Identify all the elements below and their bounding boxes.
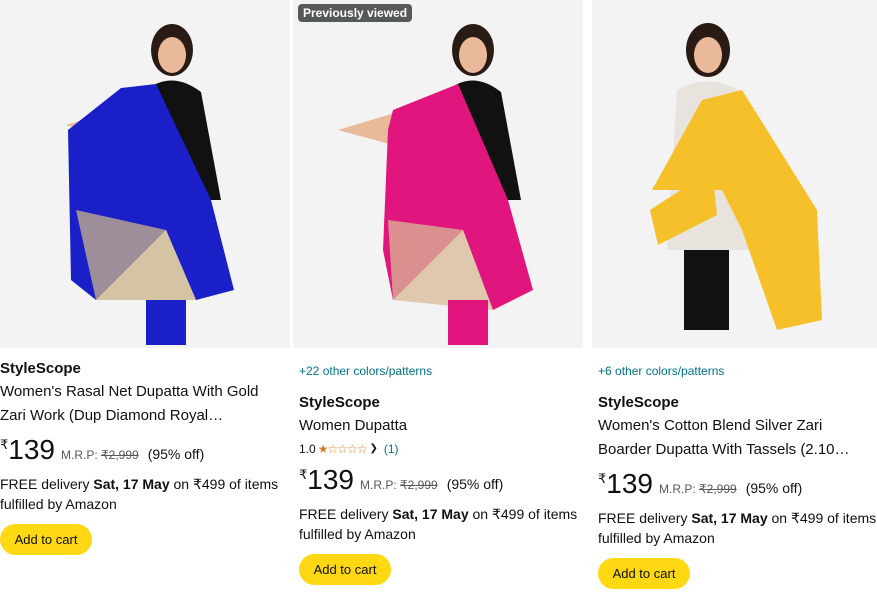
delivery-prefix: FREE delivery xyxy=(299,506,389,522)
delivery-date: Sat, 17 May xyxy=(691,510,768,526)
price-amount: 139 xyxy=(307,464,354,495)
product-image-graphic xyxy=(592,0,877,348)
product-title-line[interactable]: Zari Work (Dup Diamond Royal… xyxy=(0,404,290,428)
product-title-line[interactable]: Women's Cotton Blend Silver Zari xyxy=(598,414,877,438)
mrp-value: ₹2,999 xyxy=(699,482,737,496)
mrp-label: M.R.P: xyxy=(360,478,397,492)
product-image[interactable] xyxy=(592,0,877,348)
delivery-prefix: FREE delivery xyxy=(598,510,688,526)
mrp-value: ₹2,999 xyxy=(101,448,139,462)
delivery-suffix: on ₹499 of items xyxy=(771,510,877,526)
product-image-graphic xyxy=(0,0,290,348)
price-row: ₹ 139 M.R.P: ₹2,999 (95% off) xyxy=(0,434,290,466)
rating-row[interactable]: 1.0 ★☆☆☆☆ ❯ (1) xyxy=(299,440,583,458)
delivery-date: Sat, 17 May xyxy=(392,506,469,522)
product-title-line[interactable]: Boarder Dupatta With Tassels (2.10… xyxy=(598,438,877,462)
product-image[interactable] xyxy=(0,0,290,348)
fulfilled-by: fulfilled by Amazon xyxy=(598,530,715,546)
price-currency: ₹ xyxy=(598,471,607,486)
price-row: ₹ 139 M.R.P: ₹2,999 (95% off) xyxy=(598,468,877,500)
brand-name: StyleScope xyxy=(299,394,380,411)
brand-name: StyleScope xyxy=(0,360,81,377)
brand-name: StyleScope xyxy=(598,394,679,411)
star-rating-icon[interactable]: ★☆☆☆☆ xyxy=(318,440,368,458)
price-row: ₹ 139 M.R.P: ₹2,999 (95% off) xyxy=(299,464,583,496)
mrp: M.R.P: ₹2,999 xyxy=(360,478,438,492)
chevron-down-icon[interactable]: ❯ xyxy=(369,440,377,458)
rating-count[interactable]: (1) xyxy=(384,440,399,458)
delivery-prefix: FREE delivery xyxy=(0,476,90,492)
product-title[interactable]: Women's Cotton Blend Silver Zari Boarder… xyxy=(598,414,877,462)
add-to-cart-button[interactable]: Add to cart xyxy=(598,558,690,589)
product-image[interactable]: Previously viewed xyxy=(293,0,583,348)
delivery-suffix: on ₹499 of items xyxy=(173,476,279,492)
product-card: +6 other colors/patterns StyleScope Wome… xyxy=(592,0,877,598)
delivery-info: FREE delivery Sat, 17 May on ₹499 of ite… xyxy=(299,504,583,524)
discount: (95% off) xyxy=(147,446,205,462)
product-card: Previously viewed +22 other colors/patte… xyxy=(293,0,583,598)
product-title[interactable]: Women's Rasal Net Dupatta With Gold Zari… xyxy=(0,380,290,428)
mrp-value: ₹2,999 xyxy=(400,478,438,492)
add-to-cart-button[interactable]: Add to cart xyxy=(0,524,92,555)
price-currency: ₹ xyxy=(0,437,9,452)
mrp-label: M.R.P: xyxy=(659,482,696,496)
fulfilled-by: fulfilled by Amazon xyxy=(299,526,416,542)
discount: (95% off) xyxy=(446,476,504,492)
product-title[interactable]: Women Dupatta xyxy=(299,414,583,438)
delivery-info: FREE delivery Sat, 17 May on ₹499 of ite… xyxy=(598,508,877,528)
price-currency: ₹ xyxy=(299,467,308,482)
mrp-label: M.R.P: xyxy=(61,448,98,462)
product-title-line[interactable]: Women's Rasal Net Dupatta With Gold xyxy=(0,380,290,404)
price-amount: 139 xyxy=(606,468,653,499)
price-amount: 139 xyxy=(8,434,55,465)
product-card: StyleScope Women's Rasal Net Dupatta Wit… xyxy=(0,0,290,598)
mrp: M.R.P: ₹2,999 xyxy=(659,482,737,496)
mrp: M.R.P: ₹2,999 xyxy=(61,448,139,462)
delivery-suffix: on ₹499 of items xyxy=(472,506,578,522)
previously-viewed-badge: Previously viewed xyxy=(298,4,413,22)
delivery-info: FREE delivery Sat, 17 May on ₹499 of ite… xyxy=(0,474,290,494)
product-image-graphic xyxy=(293,0,583,348)
rating-value: 1.0 xyxy=(299,442,316,456)
discount: (95% off) xyxy=(745,480,803,496)
add-to-cart-button[interactable]: Add to cart xyxy=(299,554,391,585)
other-colors-link[interactable]: +22 other colors/patterns xyxy=(299,362,583,380)
fulfilled-by: fulfilled by Amazon xyxy=(0,496,117,512)
other-colors-link[interactable]: +6 other colors/patterns xyxy=(598,362,877,380)
delivery-date: Sat, 17 May xyxy=(93,476,170,492)
